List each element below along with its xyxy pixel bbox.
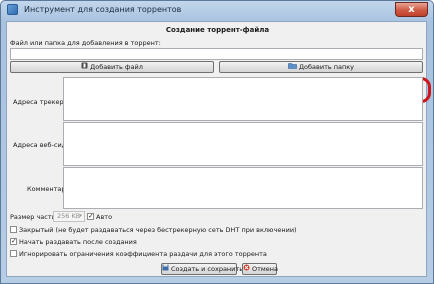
- title-bar[interactable]: Инструмент для создания торрентов x: [1, 1, 433, 20]
- create-save-button[interactable]: Создать и сохранить...: [161, 263, 249, 275]
- private-label: Закрытый (не будет раздаваться через бес…: [19, 226, 297, 234]
- ignore-ratio-checkbox[interactable]: [10, 250, 17, 257]
- piece-size-value: 256 KB: [57, 212, 81, 220]
- ignore-ratio-label: Игнорировать ограничения коэффициента ра…: [19, 250, 267, 258]
- add-file-button[interactable]: Добавить файл: [10, 61, 214, 73]
- auto-label: Авто: [96, 213, 113, 221]
- add-folder-button[interactable]: Добавить папку: [219, 61, 423, 73]
- start-seeding-checkbox[interactable]: ✓: [10, 238, 17, 245]
- piece-size-select[interactable]: 256 KB ▾: [53, 211, 85, 222]
- add-folder-icon: [288, 62, 297, 72]
- trackers-textarea[interactable]: [63, 77, 423, 121]
- close-button[interactable]: x: [395, 2, 428, 17]
- auto-checkbox[interactable]: ✓: [87, 213, 94, 220]
- private-checkbox[interactable]: [10, 226, 17, 233]
- cancel-icon: [243, 264, 250, 274]
- app-icon: [7, 4, 18, 15]
- webseeds-textarea[interactable]: [63, 122, 423, 166]
- chevron-down-icon: ▾: [79, 213, 82, 219]
- add-file-icon: [81, 62, 88, 72]
- cancel-button[interactable]: Отмена: [242, 263, 279, 275]
- comment-textarea[interactable]: [63, 167, 423, 209]
- dialog-heading: Создание торрент-файла: [165, 26, 270, 34]
- add-folder-label: Добавить папку: [298, 63, 355, 71]
- create-save-label: Создать и сохранить...: [171, 265, 250, 273]
- add-file-label: Добавить файл: [90, 63, 143, 71]
- cancel-label: Отмена: [252, 265, 279, 273]
- dialog-body: Создание торрент-файла Файл или папка дл…: [6, 21, 431, 277]
- piece-size-label: Размер части:: [10, 213, 59, 221]
- save-icon: [162, 264, 169, 274]
- start-seeding-label: Начать раздавать после создания: [19, 238, 137, 246]
- torrent-creator-window: Инструмент для создания торрентов x Созд…: [0, 0, 434, 284]
- source-label: Файл или папка для добавления в торрент:: [10, 39, 161, 47]
- window-title: Инструмент для создания торрентов: [24, 5, 182, 14]
- source-path-field[interactable]: [10, 48, 423, 60]
